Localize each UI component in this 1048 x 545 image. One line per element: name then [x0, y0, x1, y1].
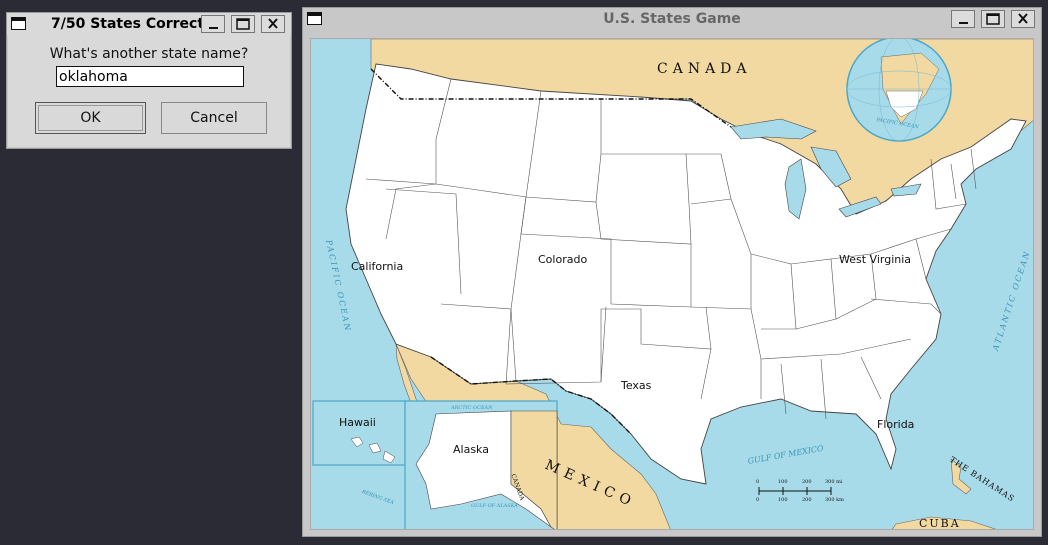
scale-tick-km-0: 0: [756, 497, 760, 503]
cancel-button[interactable]: Cancel: [161, 102, 267, 134]
minimize-button[interactable]: [951, 10, 975, 28]
scale-tick-km-300: 300 km: [825, 497, 844, 503]
maximize-icon: [986, 13, 1000, 25]
label-gulf-of-alaska: GULF OF ALASKA: [471, 503, 518, 509]
label-west-virginia: West Virginia: [839, 253, 912, 266]
minimize-button[interactable]: [201, 15, 225, 33]
close-button[interactable]: [1011, 10, 1035, 28]
close-icon: [1018, 13, 1028, 24]
label-colorado: Colorado: [538, 253, 588, 266]
ok-button[interactable]: OK: [35, 102, 146, 134]
scale-tick-100: 100: [778, 479, 788, 485]
label-california: California: [351, 260, 404, 273]
label-alaska: Alaska: [453, 443, 489, 456]
main-titlebar[interactable]: U.S. States Game: [303, 8, 1041, 30]
close-button[interactable]: [261, 15, 285, 33]
maximize-button[interactable]: [231, 15, 255, 33]
minimize-icon: [209, 27, 218, 29]
us-map-canvas[interactable]: California Colorado West Virginia Texas …: [310, 38, 1034, 530]
us-map: [312, 39, 1033, 529]
dialog-title: 7/50 States Correct: [51, 16, 205, 32]
maximize-button[interactable]: [981, 10, 1005, 28]
scale-tick-km-200: 200: [802, 497, 812, 503]
state-guess-dialog: 7/50 States Correct What's another state…: [6, 12, 292, 149]
state-name-input[interactable]: [56, 66, 244, 87]
maximize-icon: [236, 18, 250, 30]
states-game-window: U.S. States Game California Colorado Wes…: [302, 7, 1042, 537]
scale-tick-0: 0: [756, 479, 760, 485]
label-texas: Texas: [621, 379, 652, 392]
scale-tick-200: 200: [802, 479, 812, 485]
minimize-icon: [959, 22, 968, 24]
label-canada: CANADA: [657, 61, 752, 77]
close-icon: [268, 18, 278, 29]
scale-bar: [758, 487, 832, 495]
scale-tick-km-100: 100: [778, 497, 788, 503]
label-florida: Florida: [877, 418, 915, 431]
dialog-prompt: What's another state name?: [49, 46, 249, 62]
window-icon: [11, 17, 26, 30]
label-arctic-ocean: ARCTIC OCEAN: [451, 405, 493, 411]
dialog-titlebar[interactable]: 7/50 States Correct: [7, 13, 291, 35]
scale-tick-300: 300 mi: [825, 479, 843, 485]
label-hawaii: Hawaii: [339, 416, 376, 429]
main-window-title: U.S. States Game: [603, 11, 741, 27]
label-cuba: CUBA: [919, 517, 961, 530]
